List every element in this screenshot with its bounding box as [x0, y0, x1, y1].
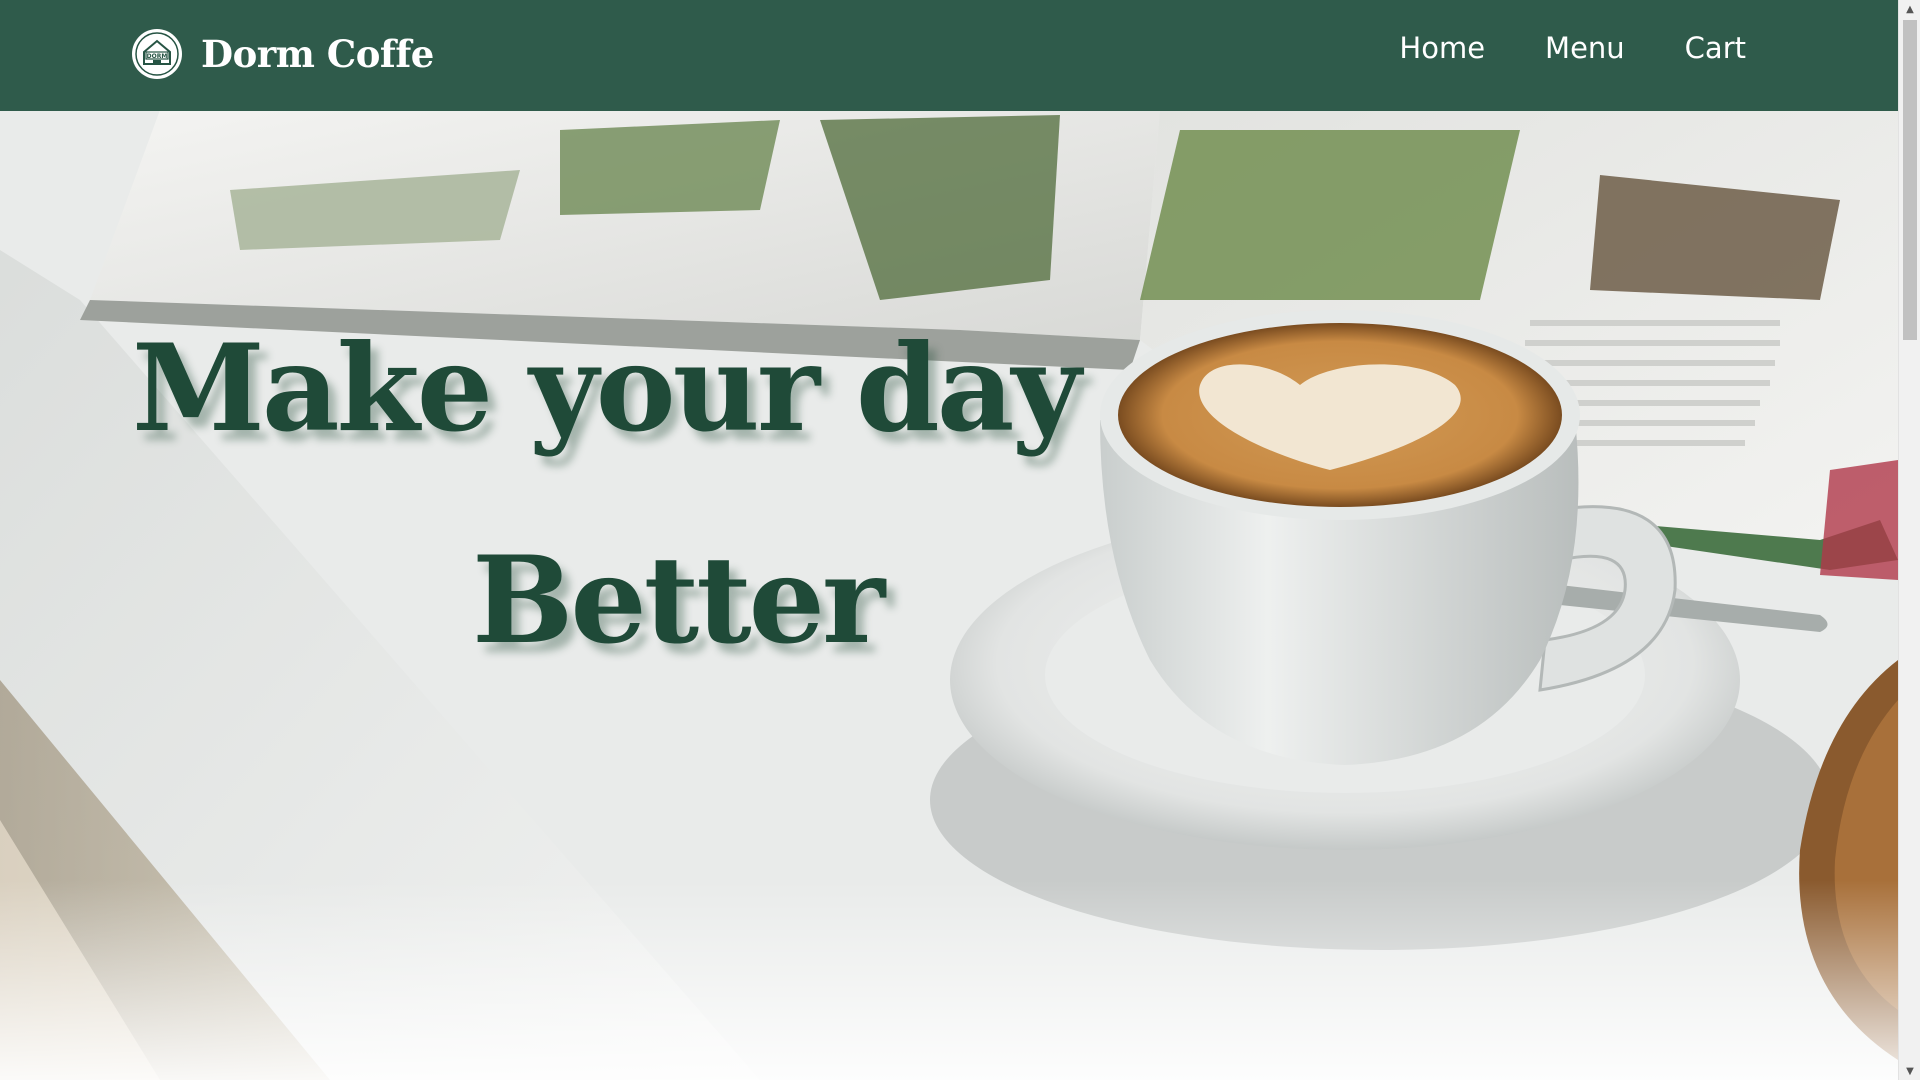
coffee-badge-icon: DORM: [132, 29, 182, 79]
brand[interactable]: DORM Dorm Coffe: [131, 28, 434, 80]
nav-link-cart[interactable]: Cart: [1685, 31, 1746, 65]
scroll-up-icon[interactable]: ▲: [1899, 0, 1920, 18]
vertical-scrollbar[interactable]: ▲ ▼: [1898, 0, 1920, 1080]
scroll-thumb[interactable]: [1903, 20, 1917, 340]
hero-background-image: [0, 0, 1898, 1080]
top-navbar: DORM Dorm Coffe Home Menu Cart: [0, 0, 1898, 111]
hero-headline-line-2: Better: [472, 530, 885, 671]
logo-text: DORM: [147, 53, 168, 60]
nav-links: Home Menu Cart: [1399, 31, 1746, 65]
hero-headline-line-1: Make your day: [132, 318, 1081, 459]
page: DORM Dorm Coffe Home Menu Cart Make your…: [0, 0, 1920, 1080]
brand-name[interactable]: Dorm Coffe: [201, 32, 434, 76]
nav-link-home[interactable]: Home: [1399, 31, 1485, 65]
scroll-down-icon[interactable]: ▼: [1899, 1062, 1920, 1080]
nav-link-menu[interactable]: Menu: [1545, 31, 1625, 65]
